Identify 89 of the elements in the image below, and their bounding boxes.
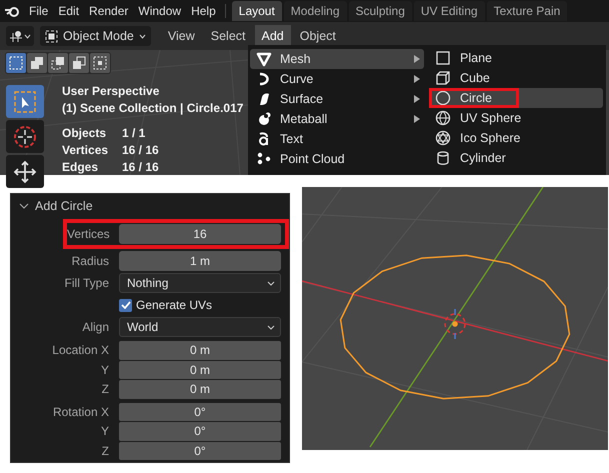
header-menu[interactable]: Add [254,25,291,47]
metaball-icon [256,111,272,127]
viewport-icon [9,29,23,43]
number-field[interactable]: 0° [119,442,281,460]
field-label: Z [100,442,110,460]
plane-icon [435,50,451,66]
menu-item[interactable]: Metaball [250,109,424,129]
menu-item[interactable]: Ico Sphere [429,128,603,148]
move-tool-icon [12,158,38,184]
select-mode-icon [92,55,108,71]
select-mode-button[interactable] [6,53,26,73]
number-field[interactable]: 0° [119,422,281,440]
select-mode-button[interactable] [27,53,47,73]
field-label: Y [100,362,110,379]
menu-item[interactable]: Surface [250,89,424,109]
stat-value: 1 / 1 [122,125,146,142]
field-label: Fill Type [64,275,110,292]
stat-label: Vertices [62,142,110,159]
field-label: Align [81,319,110,336]
select-mode-button[interactable] [48,53,68,73]
menu-item[interactable]: Circle [429,88,603,108]
icosphere-icon [435,130,451,146]
collection-label: (1) Scene Collection | Circle.017 [62,100,244,117]
select-mode-icon [50,55,66,71]
stat-value: 16 / 16 [122,142,159,159]
menu-item[interactable]: Cylinder [429,148,603,168]
dropdown-field[interactable]: Nothing [119,273,281,293]
circle-icon [435,90,451,106]
stat-label: Edges [62,159,100,176]
workspace-tab[interactable]: Modeling [284,1,346,21]
menu-item[interactable]: Plane [429,48,603,68]
header-menu[interactable]: Select [204,25,252,47]
number-field[interactable]: 0 m [119,341,281,360]
number-field[interactable]: 0 m [119,360,281,379]
mesh-icon [256,51,272,67]
panel-title: Add Circle [35,198,93,215]
select-mode-icon [8,55,24,71]
field-label: Vertices [67,226,111,243]
checkbox[interactable]: Generate UVs [119,295,212,315]
menu-item[interactable]: Curve [250,69,424,89]
view-title: User Perspective [62,83,160,100]
menu-item[interactable]: Point Cloud [250,149,424,169]
select-mode-icon [29,55,45,71]
menu-item[interactable]: Text [250,129,424,149]
number-field[interactable]: 1 m [119,251,281,271]
menu-item[interactable]: File [24,2,54,20]
caret-icon [267,280,275,286]
caret-icon [267,324,275,330]
field-label: Z [100,381,110,398]
menu-item[interactable]: Help [186,2,221,20]
workspace-tab[interactable]: UV Editing [414,1,485,21]
menu-item[interactable]: Cube [429,68,603,88]
cube-icon [435,70,451,86]
menu-item[interactable]: UV Sphere [429,108,603,128]
menu-item[interactable]: Mesh [250,49,424,69]
field-label: Radius [70,253,110,270]
menu-item[interactable]: Render [84,2,134,20]
dropdown-field[interactable]: World [119,317,281,337]
caret-icon [138,34,146,38]
field-label: Rotation X [52,404,110,421]
object-icon [45,30,58,42]
select-mode-button[interactable] [90,53,110,73]
uvsphere-icon [435,110,451,126]
select-box-tool-icon [12,88,38,114]
pointcloud-icon [256,151,272,167]
number-field[interactable]: 0 m [119,380,281,398]
field-label: Y [100,423,110,440]
select-mode-icon [71,55,87,71]
mode-dropdown[interactable]: Object Mode [40,26,151,46]
editor-type-button[interactable] [6,26,34,46]
caret-icon [24,34,31,38]
checkmark-icon [120,301,130,309]
field-label: Location X [51,342,110,360]
header-menu[interactable]: Object [292,25,343,47]
menu-item[interactable]: Edit [53,2,84,20]
app-logo-icon [4,4,20,18]
workspace-tab[interactable]: Layout [232,1,282,21]
cylinder-icon [435,150,451,166]
workspace-tab[interactable]: Sculpting [348,1,412,21]
header-menu[interactable]: View [160,25,202,47]
number-field[interactable]: 16 [119,224,281,244]
number-field[interactable]: 0° [119,402,281,421]
workspace-tab[interactable]: Texture Pain [486,1,568,21]
stat-label: Objects [62,125,108,142]
menu-item[interactable]: Window [133,2,186,20]
select-mode-button[interactable] [69,53,89,73]
tool-button[interactable] [6,155,44,188]
cursor-tool-icon [12,124,38,150]
stat-value: 16 / 16 [122,159,159,176]
